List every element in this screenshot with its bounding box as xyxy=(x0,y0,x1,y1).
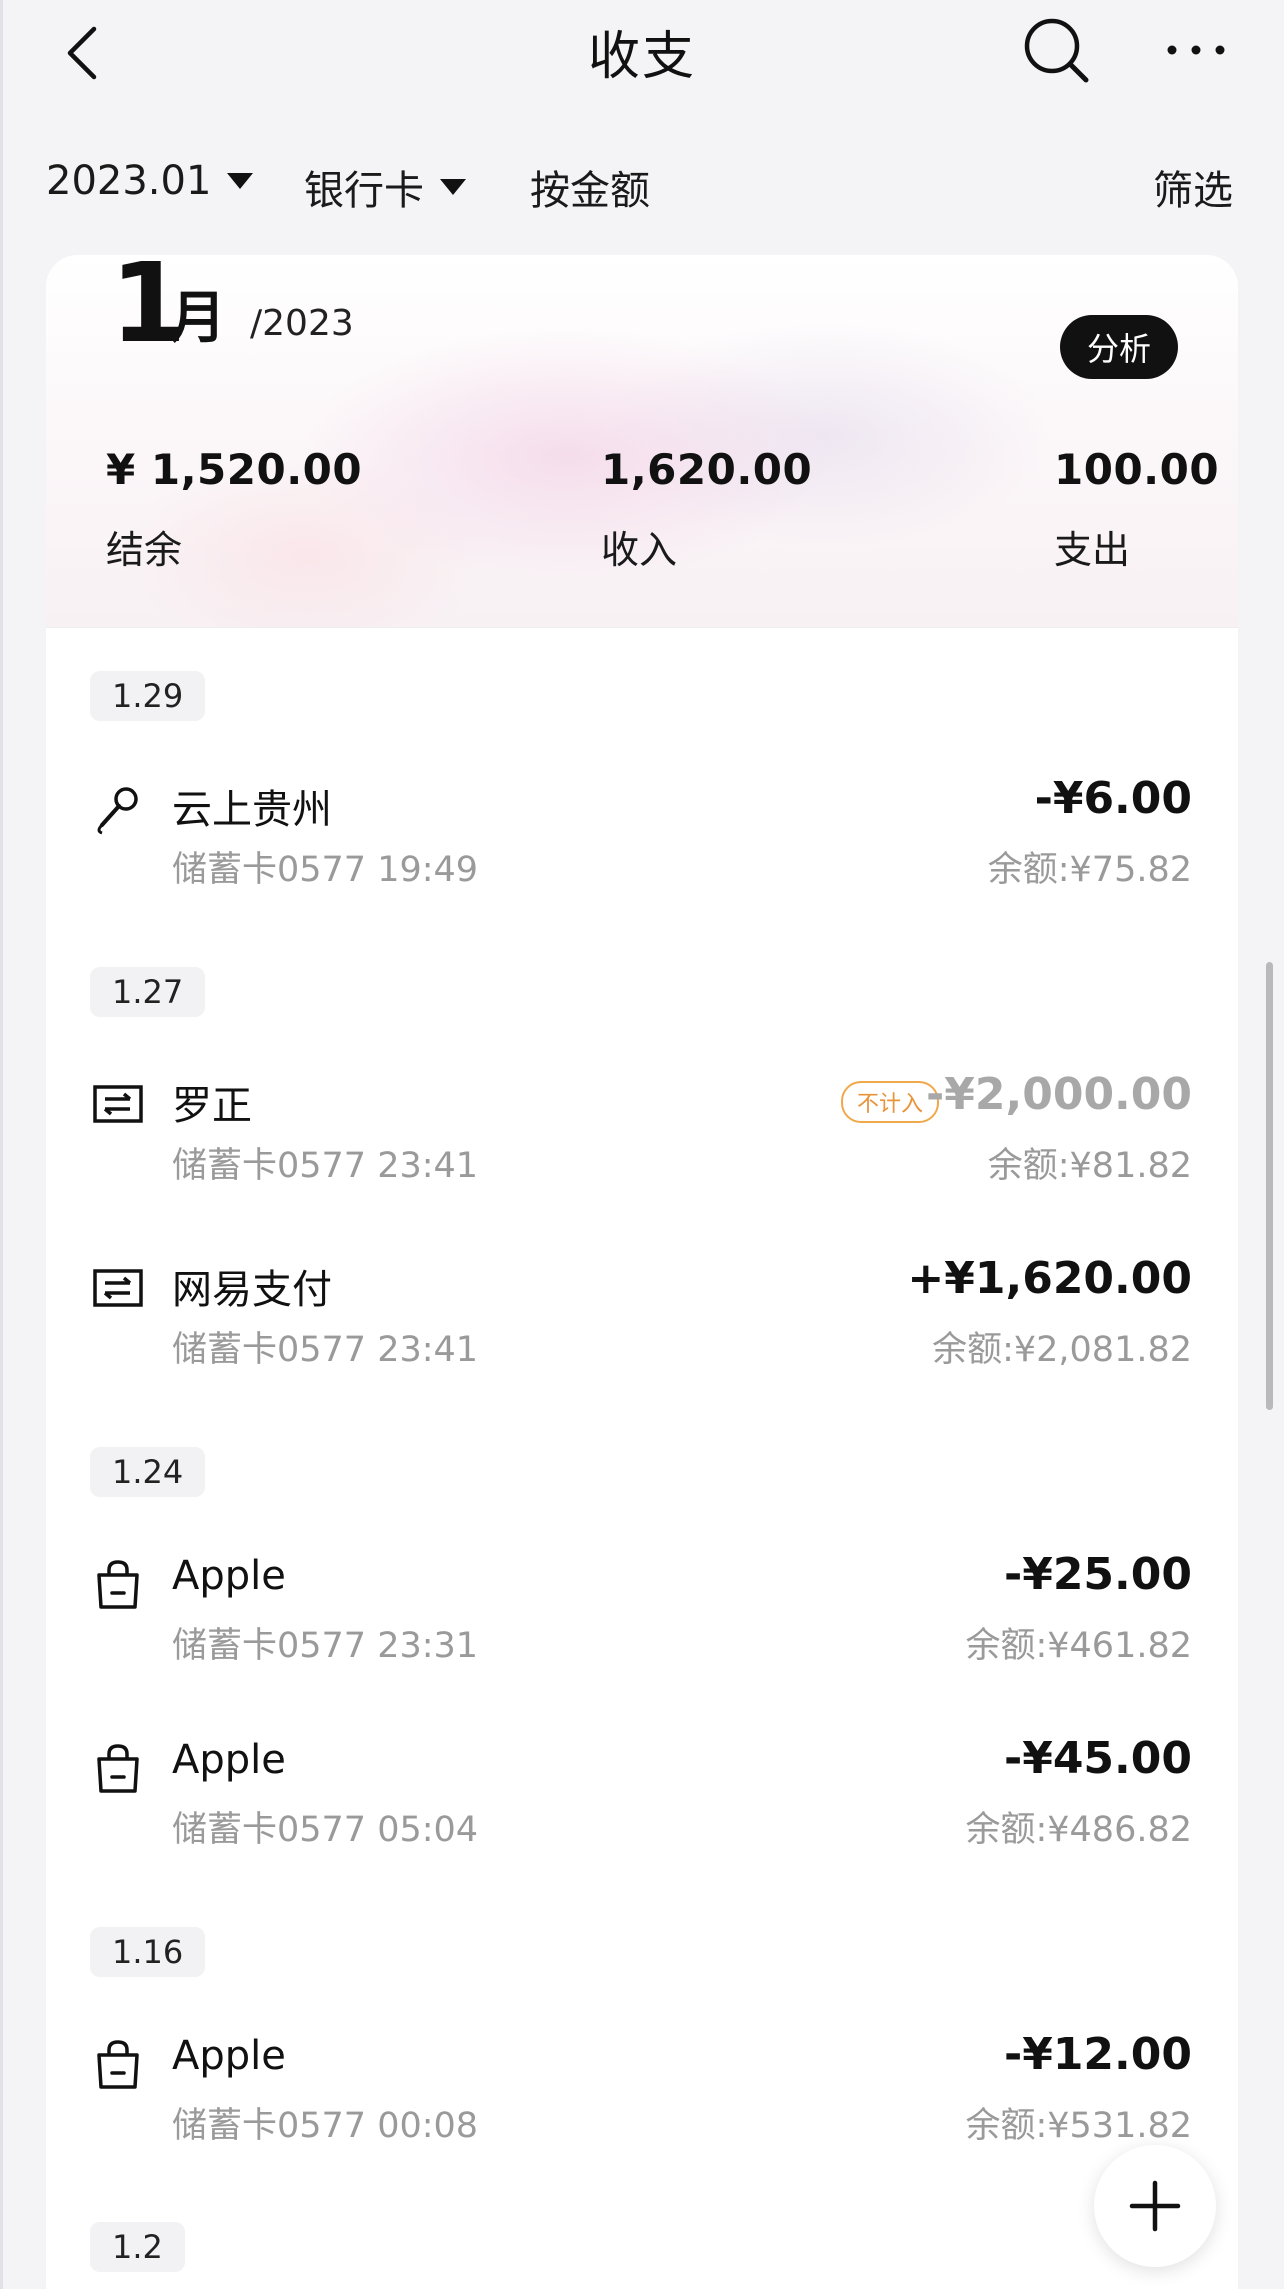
merchant-name: Apple xyxy=(172,1737,286,1783)
shopping-bag-icon xyxy=(97,2040,139,2089)
balance-after: 余额:¥486.82 xyxy=(965,1810,1192,1850)
ledger-page: 收支 2023.01 银行卡 按金额 筛选 1 月 /2023 分析 ¥ 1,5… xyxy=(0,0,1284,2289)
income-label: 收入 xyxy=(601,528,678,572)
month-year: /2023 xyxy=(250,303,354,344)
expense-label: 支出 xyxy=(1054,528,1131,572)
more-button[interactable] xyxy=(1160,20,1232,80)
card-selector[interactable]: 银行卡 xyxy=(304,158,466,216)
date-header: 1.16 xyxy=(90,1927,206,1977)
transfer-icon xyxy=(93,1269,143,1307)
monthly-summary: 1 月 /2023 分析 ¥ 1,520.00 结余 1,620.00 收入 1… xyxy=(46,255,1238,628)
plus-icon xyxy=(1129,2180,1181,2232)
balance-label: 结余 xyxy=(106,528,183,572)
transaction-row[interactable]: Apple 储蓄卡0577 23:31 -¥25.00 余额:¥461.82 xyxy=(46,1545,1238,1685)
merchant-name: 云上贵州 xyxy=(172,787,332,833)
transaction-row[interactable]: Apple 储蓄卡0577 00:08 -¥12.00 余额:¥531.82 xyxy=(46,2025,1238,2165)
merchant-name: 网易支付 xyxy=(172,1267,332,1313)
sort-label: 按金额 xyxy=(530,168,650,214)
transaction-detail: 储蓄卡0577 23:41 xyxy=(172,1146,479,1186)
sort-by-amount-button[interactable]: 按金额 xyxy=(530,158,650,216)
transaction-amount: -¥45.00 xyxy=(1003,1733,1192,1784)
merchant-name: Apple xyxy=(172,1553,286,1599)
transaction-row[interactable]: Apple 储蓄卡0577 05:04 -¥45.00 余额:¥486.82 xyxy=(46,1729,1238,1869)
balance-after: 余额:¥461.82 xyxy=(965,1626,1192,1666)
transaction-amount: -¥25.00 xyxy=(1003,1549,1192,1600)
month-unit: 月 xyxy=(170,286,226,351)
transaction-detail: 储蓄卡0577 00:08 xyxy=(172,2106,479,2146)
transaction-detail: 储蓄卡0577 23:31 xyxy=(172,1626,479,1666)
date-header: 1.27 xyxy=(90,967,206,1017)
transfer-icon xyxy=(93,1085,143,1123)
merchant-name: Apple xyxy=(172,2033,286,2079)
excluded-badge: 不计入 xyxy=(841,1081,940,1123)
search-button[interactable] xyxy=(1020,14,1092,86)
month-selector-label: 2023.01 xyxy=(46,158,212,204)
transaction-detail: 储蓄卡0577 23:41 xyxy=(172,1330,479,1370)
expense-value: 100.00 xyxy=(1054,445,1220,494)
transaction-row[interactable]: 云上贵州 储蓄卡0577 19:49 -¥6.00 余额:¥75.82 xyxy=(46,769,1238,909)
transaction-row[interactable]: 罗正 储蓄卡0577 23:41 不计入 -¥2,000.00 余额:¥81.8… xyxy=(46,1065,1238,1205)
analyze-button[interactable]: 分析 xyxy=(1060,315,1178,379)
month-selector[interactable]: 2023.01 xyxy=(46,158,254,204)
date-header: 1.2 xyxy=(90,2222,185,2272)
balance-value: ¥ 1,520.00 xyxy=(106,445,363,494)
caret-down-icon xyxy=(227,173,254,189)
balance-after: 余额:¥2,081.82 xyxy=(932,1330,1192,1370)
filter-label: 筛选 xyxy=(1153,168,1233,214)
shopping-bag-icon xyxy=(97,1560,139,1609)
add-transaction-button[interactable] xyxy=(1094,2145,1216,2267)
transaction-amount: -¥6.00 xyxy=(1034,773,1192,824)
date-header: 1.24 xyxy=(90,1447,206,1497)
filter-button[interactable]: 筛选 xyxy=(1153,158,1233,216)
caret-down-icon xyxy=(440,179,466,195)
left-edge-divider xyxy=(0,0,3,2289)
transaction-amount: -¥2,000.00 xyxy=(926,1069,1192,1120)
more-horizontal-icon xyxy=(1167,45,1225,55)
filter-bar: 2023.01 银行卡 按金额 筛选 xyxy=(0,150,1284,230)
microphone-icon xyxy=(97,787,138,835)
transaction-detail: 储蓄卡0577 19:49 xyxy=(172,850,479,890)
card-selector-label: 银行卡 xyxy=(304,168,424,214)
income-value: 1,620.00 xyxy=(601,445,813,494)
balance-after: 余额:¥531.82 xyxy=(965,2106,1192,2146)
date-header: 1.29 xyxy=(90,671,206,721)
transaction-amount: +¥1,620.00 xyxy=(907,1253,1192,1304)
scrollbar[interactable] xyxy=(1266,962,1273,1410)
transaction-row[interactable]: 网易支付 储蓄卡0577 23:41 +¥1,620.00 余额:¥2,081.… xyxy=(46,1249,1238,1389)
shopping-bag-icon xyxy=(97,1744,139,1793)
search-icon xyxy=(1024,18,1089,83)
transactions-card: 1 月 /2023 分析 ¥ 1,520.00 结余 1,620.00 收入 1… xyxy=(46,255,1238,2289)
merchant-name: 罗正 xyxy=(172,1083,252,1129)
transaction-amount: -¥12.00 xyxy=(1003,2029,1192,2080)
balance-after: 余额:¥75.82 xyxy=(987,850,1192,890)
balance-after: 余额:¥81.82 xyxy=(987,1146,1192,1186)
top-nav-bar: 收支 xyxy=(0,0,1284,110)
transaction-detail: 储蓄卡0577 05:04 xyxy=(172,1810,479,1850)
